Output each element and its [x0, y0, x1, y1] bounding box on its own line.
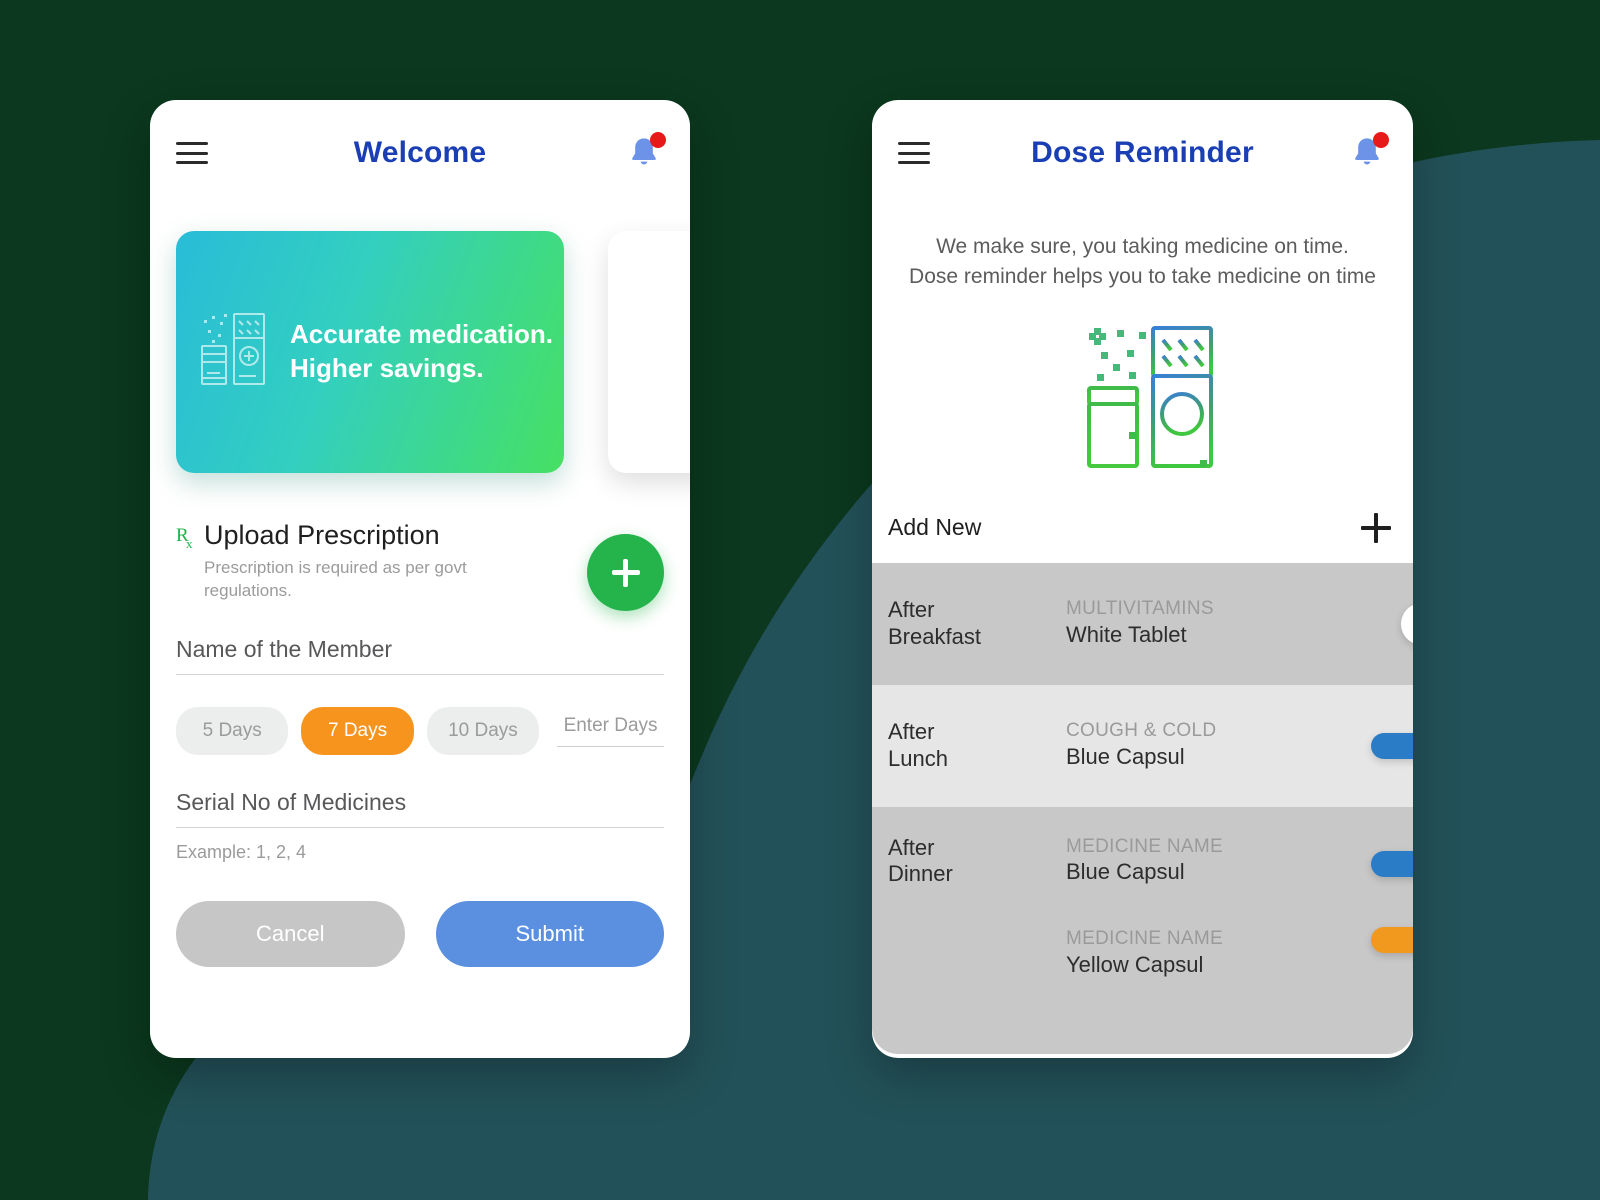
notification-badge [1373, 132, 1389, 148]
member-name-label: Name of the Member [176, 636, 393, 663]
upload-subtitle: Prescription is required as per govt reg… [204, 558, 467, 600]
add-prescription-fab[interactable] [587, 534, 664, 611]
appbar-left: Welcome [150, 100, 690, 206]
plus-icon[interactable] [1361, 512, 1391, 543]
chip-10-days[interactable]: 10 Days [426, 707, 540, 756]
reminder-medicine-desc: Blue Capsul [1066, 744, 1185, 770]
add-new-label: Add New [888, 514, 982, 541]
reminder-medicine-name: MEDICINE NAME [1066, 927, 1223, 949]
promo-text: Accurate medication. Higher savings. [290, 318, 553, 386]
reminder-medicine-group: MEDICINE NAME Blue Capsul MEDICINE NAME Yel… [1066, 835, 1413, 980]
medicine-pill-indicator[interactable] [1371, 732, 1413, 759]
medicine-bottle-box-icon [198, 310, 272, 395]
reminder-medicine-group: COUGH & COLD Blue Capsul [1066, 719, 1413, 771]
phone-screen-welcome: Welcome Accurate medication. Higher savi… [150, 100, 690, 1058]
promo-line1: Accurate medication. [290, 319, 553, 350]
reminder-medicine-group: MULTIVITAMINS White Tablet [1066, 597, 1413, 649]
page-title: Dose Reminder [1031, 136, 1254, 169]
upload-title: Upload Prescription [204, 520, 440, 550]
reminder-medicine: MEDICINE NAME Blue Capsul [1066, 835, 1413, 887]
reminder-medicine: MULTIVITAMINS White Tablet [1066, 597, 1413, 649]
svg-text:x: x [186, 536, 193, 551]
reminder-row[interactable]: After Lunch COUGH & COLD Blue Capsul [872, 684, 1413, 807]
reminder-row[interactable]: After Breakfast MULTIVITAMINS White Tablet [872, 562, 1413, 685]
dose-description: We make sure, you taking medicine on tim… [872, 232, 1413, 292]
dose-description-line1: We make sure, you taking medicine on tim… [936, 235, 1349, 258]
enter-days-input[interactable]: Enter Days [557, 715, 664, 748]
promo-card[interactable]: Accurate medication. Higher savings. [176, 231, 564, 473]
reminder-medicine-name: COUGH & COLD [1066, 720, 1217, 742]
serial-no-helper: Example: 1, 2, 4 [176, 842, 307, 863]
member-name-field[interactable]: Name of the Member [176, 636, 664, 676]
chip-5-days[interactable]: 5 Days [176, 707, 289, 756]
days-selector: 5 Days 7 Days 10 Days Enter Days [176, 707, 664, 756]
notification-badge [650, 132, 666, 148]
reminder-time-line1: After [888, 597, 935, 623]
reminder-time-line1: After [888, 719, 935, 745]
reminder-time-line1: After [888, 834, 935, 860]
notification-bell-icon[interactable] [624, 132, 666, 173]
notification-bell-icon[interactable] [1347, 132, 1389, 173]
reminder-medicine: MEDICINE NAME Yellow Capsul [1066, 927, 1413, 979]
medicine-pill-indicator[interactable] [1371, 850, 1413, 877]
cancel-button[interactable]: Cancel [176, 901, 405, 968]
reminder-time-line2: Lunch [888, 745, 948, 771]
upload-prescription-section: R x Upload Prescription Prescription is … [176, 520, 664, 611]
submit-button[interactable]: Submit [435, 901, 664, 968]
dose-description-line2: Dose reminder helps you to take medicine… [909, 264, 1376, 288]
reminder-time-label: After Lunch [888, 719, 1066, 772]
reminder-medicine-desc: Yellow Capsul [1066, 951, 1204, 977]
rx-prescription-icon: R x [176, 524, 200, 559]
reminder-time-line2: Dinner [888, 861, 953, 887]
reminder-medicine: COUGH & COLD Blue Capsul [1066, 719, 1413, 771]
chip-7-days[interactable]: 7 Days [301, 707, 414, 756]
reminder-medicine-name: MEDICINE NAME [1066, 835, 1223, 857]
hamburger-menu-icon[interactable] [176, 142, 208, 164]
reminder-medicine-name: MULTIVITAMINS [1066, 598, 1214, 620]
reminder-medicine-desc: White Tablet [1066, 622, 1187, 648]
reminder-medicine-desc: Blue Capsul [1066, 859, 1185, 885]
plus-icon [611, 558, 640, 587]
promo-card-next[interactable] [608, 231, 690, 473]
reminder-time-line2: Breakfast [888, 623, 981, 649]
reminder-row[interactable]: After Dinner MEDICINE NAME Blue Capsul MEDIC… [872, 806, 1413, 1054]
add-new-row[interactable]: Add New [872, 497, 1413, 559]
hamburger-menu-icon[interactable] [898, 142, 930, 164]
medicine-pill-indicator[interactable] [1371, 926, 1413, 953]
reminder-time-label: After Dinner [888, 835, 1066, 888]
medicine-bottle-box-icon [872, 320, 1413, 475]
phone-screen-dose-reminder: Dose Reminder We make sure, you taking m… [872, 100, 1413, 1058]
promo-carousel[interactable]: Accurate medication. Higher savings. [150, 216, 690, 478]
serial-no-label: Serial No of Medicines [176, 789, 407, 816]
left-phone-body: R x Upload Prescription Prescription is … [150, 520, 690, 968]
page-title: Welcome [353, 136, 487, 169]
screen-canvas: Welcome Accurate medication. Higher savi… [0, 0, 1600, 1200]
upload-text-block: Upload Prescription Prescription is requ… [204, 520, 504, 602]
form-actions: Cancel Submit [176, 901, 664, 968]
appbar-right: Dose Reminder [872, 100, 1413, 206]
reminder-time-label: After Breakfast [888, 597, 1066, 650]
serial-no-field[interactable]: Serial No of Medicines [176, 789, 664, 829]
reminder-list: After Breakfast MULTIVITAMINS White Tablet A… [872, 562, 1413, 1054]
promo-line2: Higher savings. [290, 353, 484, 383]
